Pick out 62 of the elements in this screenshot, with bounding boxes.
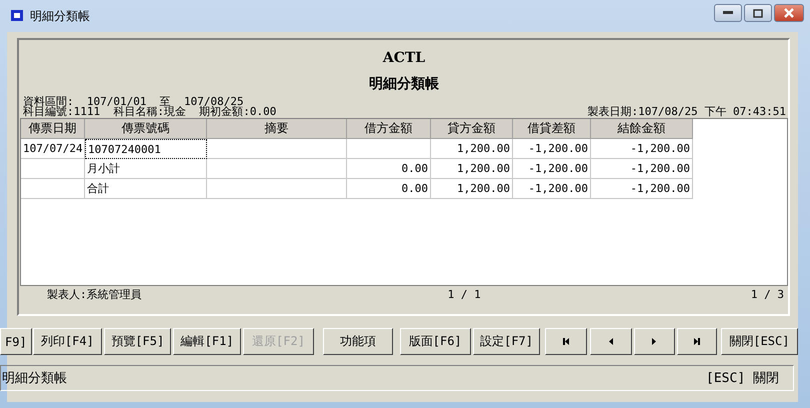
minimize-button[interactable] — [714, 4, 742, 22]
table-cell[interactable] — [21, 159, 85, 179]
previous-page-button[interactable] — [590, 328, 632, 355]
toolbar-button[interactable]: 版面[F6] — [400, 328, 471, 355]
table-cell[interactable]: 0.00 — [347, 179, 431, 199]
first-page-button[interactable] — [545, 328, 587, 355]
print-date: 製表日期:107/08/25 下午 07:43:51 — [588, 107, 786, 117]
status-text: 明細分類帳 — [2, 370, 67, 387]
toolbar-button[interactable]: 編輯[F1] — [173, 328, 241, 355]
period-text: 資料區間: 107/01/01 至 107/08/25 — [23, 97, 244, 107]
column-header[interactable]: 借方金額 — [347, 119, 431, 139]
table-cell[interactable]: -1,200.00 — [591, 179, 693, 199]
table-cell[interactable]: -1,200.00 — [513, 179, 591, 199]
column-header[interactable]: 傳票號碼 — [85, 119, 207, 139]
window-title: 明細分類帳 — [30, 8, 90, 24]
table-cell[interactable]: 10707240001 — [85, 139, 207, 159]
triangle-arrow-icon — [606, 337, 615, 346]
table-cell[interactable]: -1,200.00 — [591, 159, 693, 179]
table-cell[interactable]: 合計 — [85, 179, 207, 199]
table-cell[interactable] — [21, 179, 85, 199]
next-page-button[interactable] — [634, 328, 676, 355]
table-cell[interactable] — [347, 139, 431, 159]
table-cell[interactable]: 0.00 — [347, 159, 431, 179]
toolbar-button[interactable]: 列印[F4] — [32, 328, 102, 355]
table-cell[interactable]: 1,200.00 — [431, 139, 513, 159]
maker-text: 製表人:系統管理員 — [47, 286, 142, 302]
table-cell[interactable] — [207, 179, 347, 199]
column-header[interactable]: 借貸差額 — [513, 119, 591, 139]
table-cell[interactable]: -1,200.00 — [513, 159, 591, 179]
close-icon — [783, 8, 795, 18]
column-header[interactable]: 結餘金額 — [591, 119, 693, 139]
maximize-button[interactable] — [744, 4, 772, 22]
table-cell[interactable]: 月小計 — [85, 159, 207, 179]
column-header[interactable]: 傳票日期 — [21, 119, 85, 139]
column-header[interactable]: 摘要 — [207, 119, 347, 139]
toolbar-button[interactable]: 預覽[F5] — [104, 328, 172, 355]
table-cell[interactable]: -1,200.00 — [513, 139, 591, 159]
table-cell[interactable]: -1,200.00 — [591, 139, 693, 159]
page-count: 1 / 3 — [750, 288, 784, 300]
page-number: 1 / 1 — [448, 288, 481, 300]
last-page-button[interactable] — [677, 328, 717, 355]
account-text: 科目編號:1111 科目名稱:現金 期初金額:0.00 — [23, 107, 276, 117]
app-icon — [10, 9, 24, 23]
toolbar-button[interactable]: 功能項 — [323, 328, 393, 355]
toolbar-button[interactable]: 設定[F7] — [472, 328, 540, 355]
close-button[interactable] — [774, 4, 804, 22]
table-cell[interactable]: 1,200.00 — [431, 179, 513, 199]
table-cell[interactable]: 1,200.00 — [431, 159, 513, 179]
minimize-icon — [723, 11, 733, 15]
table-cell[interactable] — [207, 159, 347, 179]
toolbar-button[interactable]: F9] — [0, 328, 32, 355]
toolbar-button[interactable]: 關閉[ESC] — [720, 328, 798, 355]
skip-arrow-icon — [562, 337, 570, 346]
maximize-icon — [753, 8, 763, 18]
skip-arrow-icon — [692, 337, 701, 346]
column-header[interactable]: 貸方金額 — [431, 119, 513, 139]
table-cell[interactable] — [207, 139, 347, 159]
table-cell[interactable]: 107/07/24 — [21, 139, 85, 159]
shortcut-hint: [ESC] 關閉 — [706, 370, 779, 387]
triangle-arrow-icon — [650, 337, 658, 346]
report-title: 明細分類帳 — [368, 75, 440, 94]
company-name: ACTL — [382, 50, 426, 68]
